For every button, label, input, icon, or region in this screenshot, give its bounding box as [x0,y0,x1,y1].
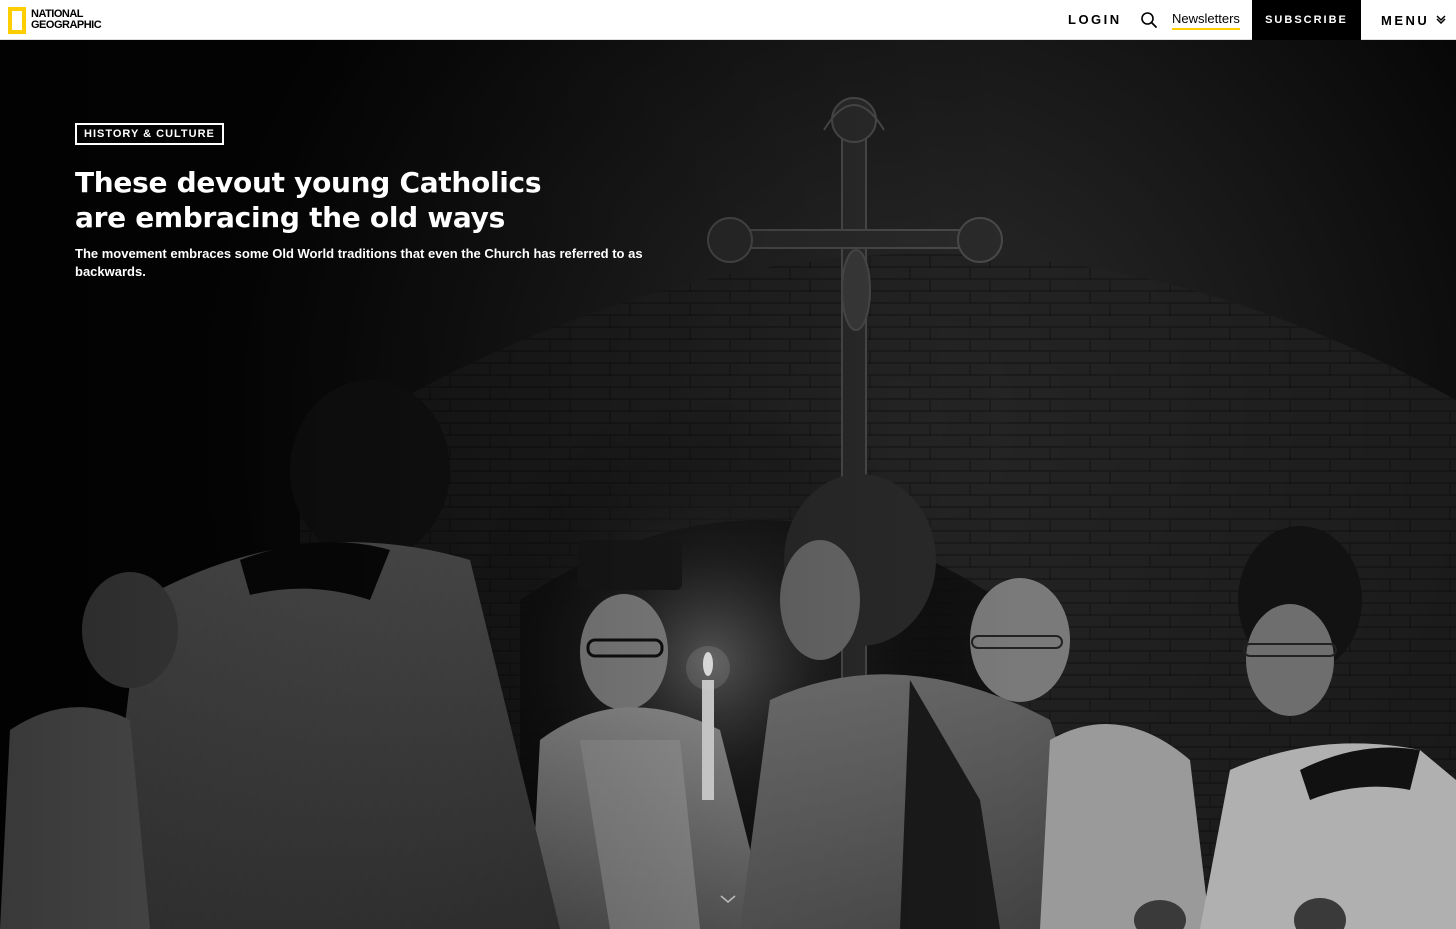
subscribe-label: SUBSCRIBE [1265,14,1348,26]
subscribe-button[interactable]: SUBSCRIBE [1252,0,1361,40]
login-link[interactable]: LOGIN [1068,12,1122,27]
yellow-border-icon [8,6,26,34]
national-geographic-logo[interactable]: NATIONAL GEOGRAPHIC [8,6,102,34]
chevron-down-icon[interactable] [719,892,737,904]
newsletters-link[interactable]: Newsletters [1172,11,1240,30]
article-dek: The movement embraces some Old World tra… [75,246,643,279]
logo-wordmark: NATIONAL GEOGRAPHIC [31,9,102,31]
menu-label: MENU [1381,12,1430,28]
hero-text-block: HISTORY & CULTURE These devout young Cat… [75,123,675,281]
category-badge[interactable]: HISTORY & CULTURE [75,123,224,145]
chevron-down-icon [1435,11,1447,29]
logo-line-2: GEOGRAPHIC [31,19,102,31]
hero-section: HISTORY & CULTURE These devout young Cat… [0,40,1456,929]
top-navigation-bar: NATIONAL GEOGRAPHIC LOGIN Newsletters SU… [0,0,1456,40]
menu-button[interactable]: MENU [1381,11,1447,29]
search-icon[interactable] [1140,11,1158,29]
article-headline: These devout young Catholics are embraci… [75,166,542,234]
